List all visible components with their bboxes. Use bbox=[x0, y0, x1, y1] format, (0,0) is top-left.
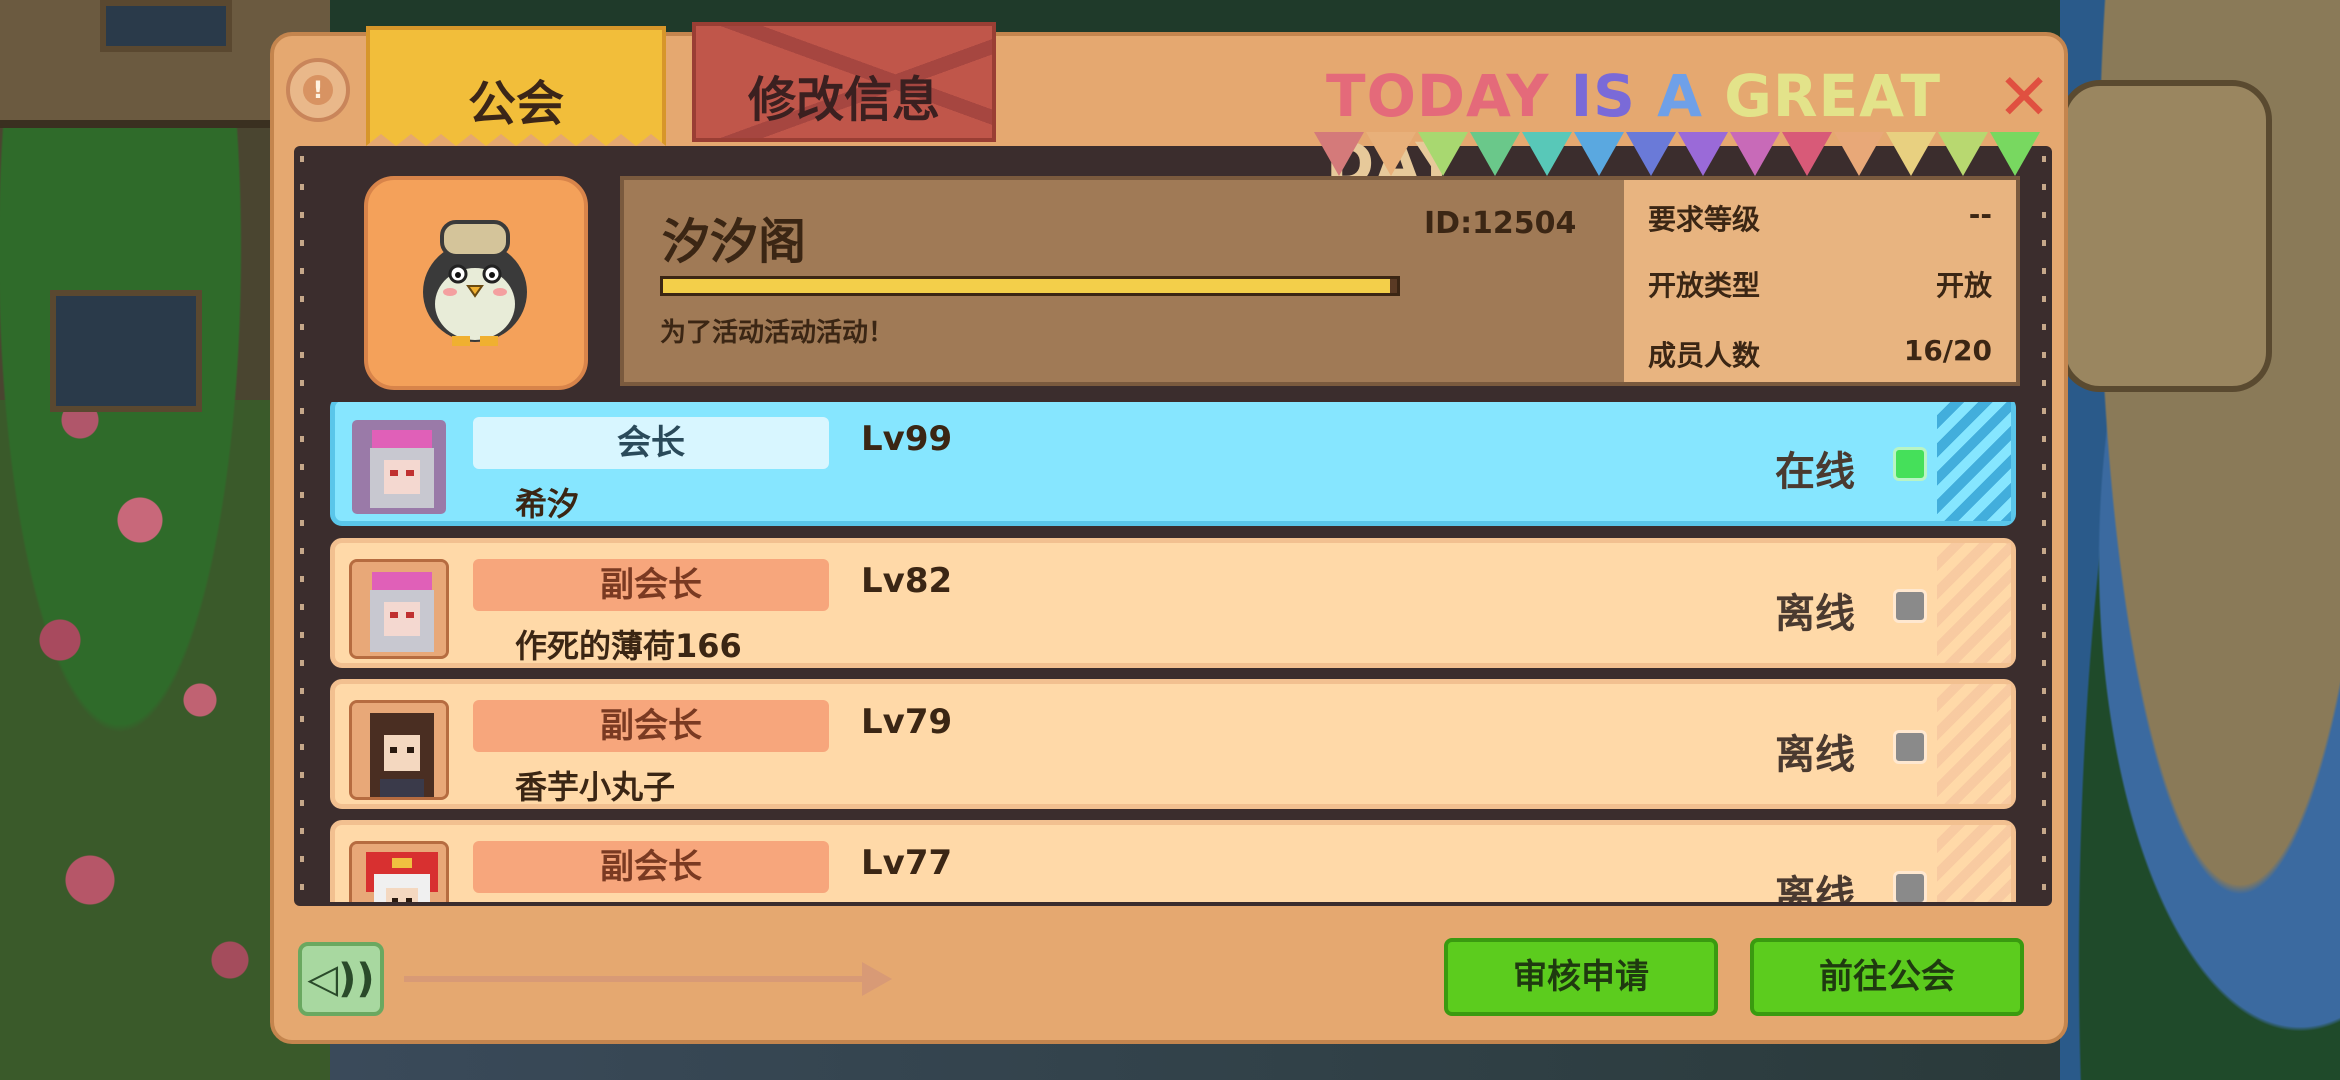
offline-status-dot bbox=[1893, 589, 1927, 623]
member-status: 离线 bbox=[1775, 873, 1855, 902]
member-name: 希汐 bbox=[515, 485, 580, 523]
stat-value: 开放 bbox=[1935, 269, 1992, 302]
member-role: 会长 bbox=[473, 417, 829, 469]
flag bbox=[1886, 132, 1936, 176]
flag bbox=[1522, 132, 1572, 176]
avatar-icon bbox=[352, 703, 446, 797]
member-avatar bbox=[349, 841, 449, 902]
stat-value: -- bbox=[1968, 198, 1992, 231]
house-window bbox=[100, 0, 232, 52]
guild-stats: 要求等级 -- 开放类型 开放 成员人数 16/20 bbox=[1624, 180, 2016, 382]
flag bbox=[1990, 132, 2040, 176]
close-icon[interactable]: ✕ bbox=[1994, 66, 2054, 130]
online-status-dot bbox=[1893, 447, 1927, 481]
offline-status-dot bbox=[1893, 871, 1927, 902]
stat-required-level: 要求等级 -- bbox=[1648, 198, 1992, 238]
member-level: Lv82 bbox=[861, 561, 953, 601]
flag bbox=[1418, 132, 1468, 176]
arrow-head-icon bbox=[862, 962, 892, 996]
member-level: Lv99 bbox=[861, 419, 953, 459]
stat-label: 成员人数 bbox=[1648, 339, 1761, 372]
banner-word: IS bbox=[1570, 62, 1636, 130]
row-decoration bbox=[1937, 825, 2011, 902]
guild-progress-bar bbox=[660, 276, 1400, 296]
flag bbox=[1366, 132, 1416, 176]
house-window bbox=[50, 290, 202, 412]
guild-emblem[interactable] bbox=[364, 176, 588, 390]
member-row[interactable]: 副会长 作死的薄荷166 Lv82 离线 bbox=[330, 538, 2016, 668]
stat-label: 开放类型 bbox=[1648, 269, 1761, 302]
review-applications-button[interactable]: 审核申请 bbox=[1444, 938, 1718, 1016]
background-ground bbox=[330, 1040, 2060, 1080]
member-list[interactable]: 会长 希汐 Lv99 在线 副会长 作死的薄荷166 Lv82 离线 副会长 香… bbox=[330, 402, 2016, 902]
member-status: 离线 bbox=[1775, 732, 1855, 778]
member-status: 在线 bbox=[1775, 449, 1855, 495]
avatar-icon bbox=[352, 844, 446, 902]
stat-value: 16/20 bbox=[1903, 334, 1992, 367]
member-avatar bbox=[349, 417, 449, 517]
flag bbox=[1678, 132, 1728, 176]
member-level: Lv77 bbox=[861, 843, 953, 883]
arrow-decoration bbox=[404, 976, 864, 982]
flag bbox=[1834, 132, 1884, 176]
member-name: 香芋小丸子 bbox=[515, 768, 676, 806]
row-decoration bbox=[1937, 684, 2011, 804]
flag bbox=[1730, 132, 1780, 176]
member-status: 离线 bbox=[1775, 591, 1855, 637]
stat-open-type: 开放类型 开放 bbox=[1648, 264, 1992, 304]
member-row[interactable]: 会长 希汐 Lv99 在线 bbox=[330, 402, 2016, 526]
offline-status-dot bbox=[1893, 730, 1927, 764]
flag bbox=[1938, 132, 1988, 176]
member-avatar bbox=[349, 700, 449, 800]
tab-edit-info[interactable]: 修改信息 bbox=[692, 22, 996, 142]
row-decoration bbox=[1937, 543, 2011, 663]
guild-id: ID:12504 bbox=[1424, 206, 1577, 241]
row-decoration bbox=[1937, 402, 2011, 521]
guild-name: 汐汐阁 bbox=[662, 214, 807, 270]
flag bbox=[1314, 132, 1364, 176]
member-row[interactable]: 副会长 香芋小丸子 Lv79 离线 bbox=[330, 679, 2016, 809]
flag bbox=[1574, 132, 1624, 176]
banner-word: TODAY bbox=[1326, 62, 1550, 130]
penguin-icon bbox=[423, 220, 527, 346]
bunting-flags bbox=[1314, 132, 2040, 182]
guild-motto: 为了活动活动活动！ bbox=[660, 318, 895, 348]
member-role: 副会长 bbox=[473, 841, 829, 893]
guild-info-box: 汐汐阁 ID:12504 为了活动活动活动！ 要求等级 -- 开放类型 开放 成… bbox=[620, 176, 2020, 386]
go-to-guild-button[interactable]: 前往公会 bbox=[1750, 938, 2024, 1016]
banner-word: A bbox=[1657, 62, 1704, 130]
member-level: Lv79 bbox=[861, 702, 953, 742]
flag bbox=[1470, 132, 1520, 176]
member-avatar bbox=[349, 559, 449, 659]
guild-progress-fill bbox=[663, 279, 1390, 293]
avatar-icon bbox=[352, 420, 446, 514]
member-role: 副会长 bbox=[473, 700, 829, 752]
background-rock bbox=[2060, 80, 2272, 392]
guild-panel: ! 公会 修改信息 TODAY IS A GREAT DAY ✕ bbox=[270, 22, 2068, 1044]
avatar-icon bbox=[352, 562, 446, 656]
tab-edit-info-label: 修改信息 bbox=[747, 72, 940, 128]
banner-word: GREAT bbox=[1724, 62, 1942, 130]
member-row[interactable]: 副会长 mercy Lv77 离线 bbox=[330, 820, 2016, 902]
member-role: 副会长 bbox=[473, 559, 829, 611]
stat-member-count: 成员人数 16/20 bbox=[1648, 334, 1992, 374]
help-icon[interactable]: ! bbox=[286, 58, 350, 122]
member-name: 作死的薄荷166 bbox=[515, 627, 742, 665]
flag bbox=[1626, 132, 1676, 176]
flag bbox=[1782, 132, 1832, 176]
stat-label: 要求等级 bbox=[1648, 203, 1761, 236]
speaker-icon[interactable]: ◁)) bbox=[298, 942, 384, 1016]
